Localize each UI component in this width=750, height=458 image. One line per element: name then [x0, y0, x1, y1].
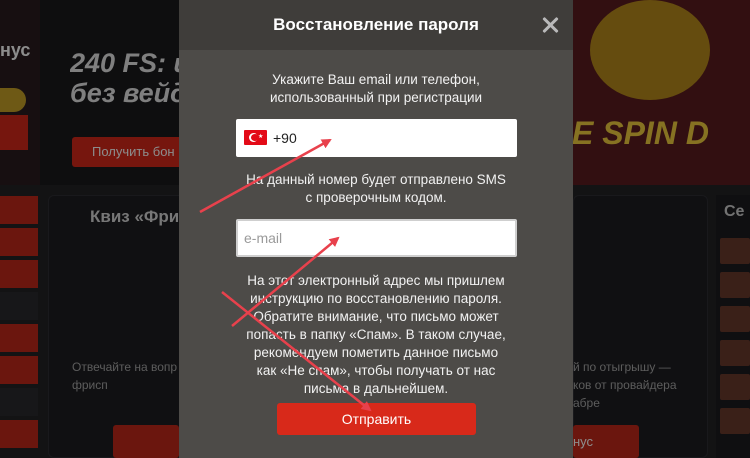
- email-field[interactable]: [236, 219, 517, 257]
- submit-button[interactable]: Отправить: [277, 403, 476, 435]
- turkey-flag-icon[interactable]: ★: [244, 130, 267, 145]
- email-note: На этот электронный адрес мы пришлем инс…: [246, 273, 506, 396]
- instruction-text: Укажите Ваш email или телефон, использов…: [269, 72, 483, 105]
- modal-header: Восстановление пароля: [179, 0, 573, 50]
- modal-title: Восстановление пароля: [273, 15, 479, 34]
- close-icon[interactable]: [539, 14, 561, 36]
- password-recovery-modal: Восстановление пароля Укажите Ваш email …: [179, 0, 573, 458]
- sms-note: На данный номер будет отправлено SMS с п…: [246, 172, 506, 205]
- phone-input[interactable]: [273, 119, 503, 157]
- email-input[interactable]: [244, 221, 509, 255]
- phone-field[interactable]: ★: [236, 119, 517, 157]
